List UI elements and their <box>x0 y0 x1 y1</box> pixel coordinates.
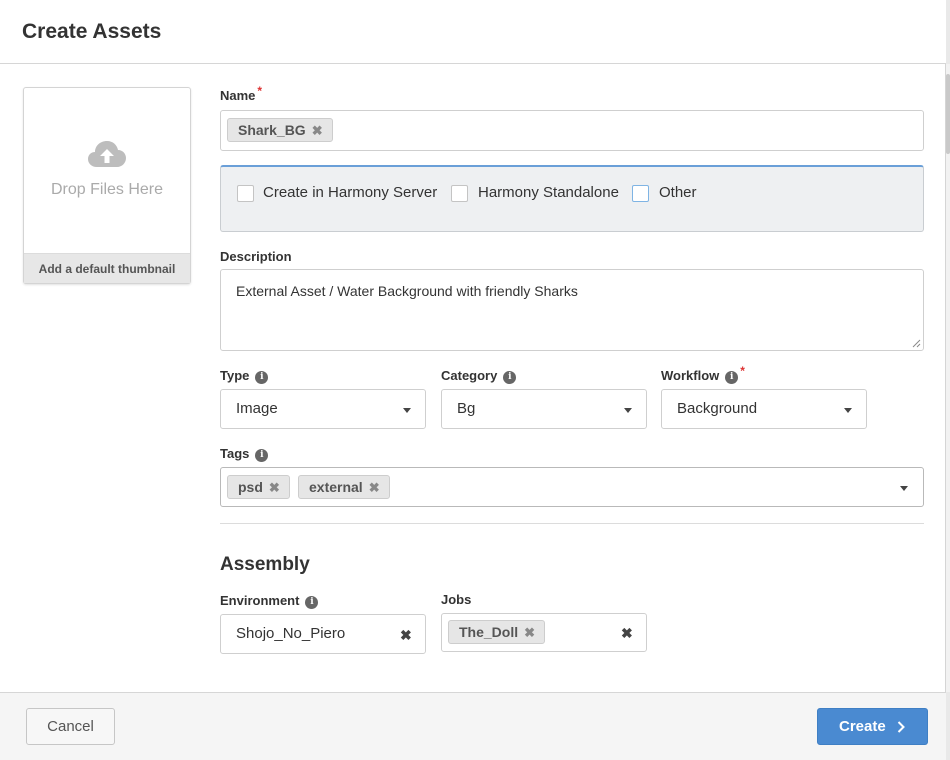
chevron-down-icon <box>624 408 632 413</box>
jobs-select[interactable]: The_Doll ✖ ✖ <box>441 613 647 652</box>
type-label: Type i <box>220 368 269 385</box>
cancel-button[interactable]: Cancel <box>26 708 115 745</box>
category-select[interactable]: Bg <box>441 389 647 429</box>
remove-tag-icon[interactable]: ✖ <box>369 480 380 495</box>
jobs-label: Jobs <box>441 592 472 607</box>
remove-tag-icon[interactable]: ✖ <box>312 123 323 138</box>
category-label: Category i <box>441 368 517 385</box>
harmony-standalone-checkbox[interactable] <box>451 185 468 202</box>
thumbnail-dropzone[interactable]: Drop Files Here Add a default thumbnail <box>23 87 191 284</box>
type-label-text: Type <box>220 368 250 383</box>
description-textarea[interactable]: External Asset / Water Background with f… <box>220 269 924 351</box>
workflow-label-text: Workflow <box>661 368 720 383</box>
environment-select[interactable]: Shojo_No_Piero ✖ <box>220 614 426 654</box>
environment-label-text: Environment <box>220 593 300 608</box>
cloud-upload-icon <box>88 140 126 173</box>
remove-tag-icon[interactable]: ✖ <box>269 480 280 495</box>
harmony-standalone-label[interactable]: Harmony Standalone <box>478 184 619 201</box>
name-label: Name * <box>220 84 262 103</box>
description-label: Description <box>220 249 292 264</box>
harmony-options-panel: Create in Harmony Server Harmony Standal… <box>220 165 924 232</box>
other-checkbox[interactable] <box>632 185 649 202</box>
dialog-footer: Cancel Create <box>0 692 946 760</box>
tag-label: psd <box>238 479 263 495</box>
job-tag: The_Doll ✖ <box>448 620 546 644</box>
tags-label: Tags i <box>220 446 269 463</box>
create-in-harmony-server-checkbox[interactable] <box>237 185 254 202</box>
info-icon[interactable]: i <box>255 449 269 462</box>
workflow-label: Workflow i * <box>661 364 745 385</box>
resize-handle-icon[interactable] <box>912 339 921 348</box>
tag-external: external ✖ <box>298 475 390 499</box>
type-value: Image <box>236 400 278 417</box>
tags-input[interactable]: psd ✖ external ✖ <box>220 467 924 507</box>
job-tag-label: The_Doll <box>459 624 519 640</box>
drop-area[interactable]: Drop Files Here <box>24 88 190 253</box>
dialog-header: Create Assets <box>0 0 946 64</box>
name-input[interactable]: Shark_BG ✖ <box>220 110 924 151</box>
name-tag: Shark_BG ✖ <box>227 118 333 142</box>
section-divider <box>220 523 924 524</box>
environment-label: Environment i <box>220 593 319 610</box>
environment-value: Shojo_No_Piero <box>236 625 346 642</box>
scrollbar[interactable] <box>946 64 950 692</box>
create-button-label: Create <box>839 718 886 735</box>
drop-files-text: Drop Files Here <box>50 181 164 198</box>
dialog-title: Create Assets <box>22 20 162 43</box>
info-icon[interactable]: i <box>255 371 269 384</box>
tags-label-text: Tags <box>220 446 250 461</box>
workflow-value: Background <box>677 400 758 417</box>
info-icon[interactable]: i <box>725 371 739 384</box>
create-in-harmony-server-label[interactable]: Create in Harmony Server <box>263 184 437 201</box>
category-value: Bg <box>457 400 476 417</box>
workflow-select[interactable]: Background <box>661 389 867 429</box>
description-value: External Asset / Water Background with f… <box>236 283 578 299</box>
info-icon[interactable]: i <box>503 371 517 384</box>
create-button[interactable]: Create <box>817 708 928 745</box>
info-icon[interactable]: i <box>305 596 319 609</box>
other-label[interactable]: Other <box>659 184 697 201</box>
chevron-down-icon[interactable] <box>900 486 908 491</box>
clear-x-icon[interactable]: ✖ <box>621 625 633 642</box>
required-asterisk: * <box>740 364 745 378</box>
clear-x-icon[interactable]: ✖ <box>400 627 412 644</box>
tag-psd: psd ✖ <box>227 475 290 499</box>
type-select[interactable]: Image <box>220 389 426 429</box>
name-label-text: Name <box>220 88 256 103</box>
chevron-down-icon <box>403 408 411 413</box>
required-asterisk: * <box>257 84 263 98</box>
scrollbar-thumb[interactable] <box>946 74 950 154</box>
name-tag-label: Shark_BG <box>238 122 306 138</box>
category-label-text: Category <box>441 368 498 383</box>
create-assets-dialog: Create Assets Drop Files Here Add a defa… <box>0 0 946 760</box>
chevron-down-icon <box>844 408 852 413</box>
remove-tag-icon[interactable]: ✖ <box>524 625 535 640</box>
tag-label: external <box>309 479 363 495</box>
assembly-section-title: Assembly <box>220 554 310 575</box>
add-default-thumbnail-button[interactable]: Add a default thumbnail <box>24 253 190 283</box>
chevron-right-icon <box>897 721 905 733</box>
